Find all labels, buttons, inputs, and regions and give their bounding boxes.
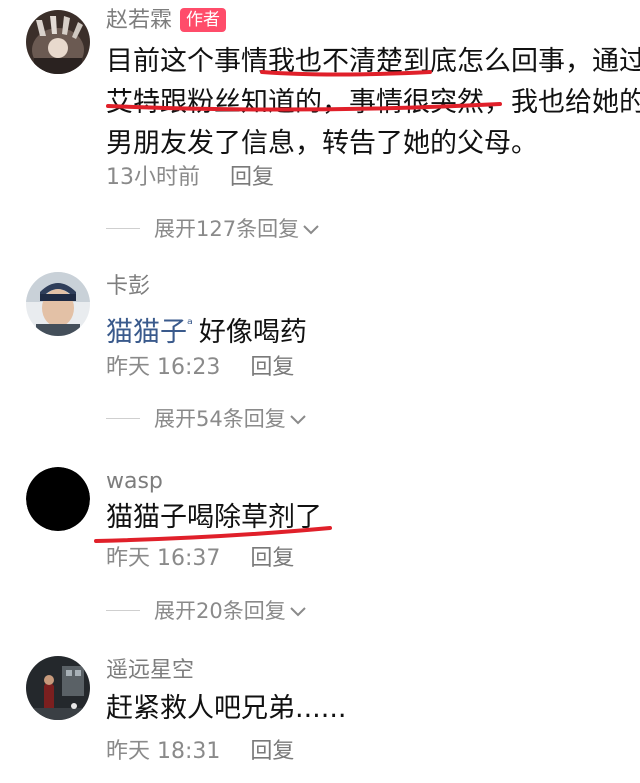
comment-meta: 昨天 16:37 回复 xyxy=(106,546,294,572)
comment-text: 猫猫子喝除草剂了 xyxy=(106,502,322,533)
divider xyxy=(106,418,140,419)
expand-replies-label: 展开127条回复 xyxy=(154,217,300,241)
comment-text-line: 目前这个事情我也不清楚到底怎么回事，通过 xyxy=(106,46,640,77)
reply-button[interactable]: 回复 xyxy=(250,739,294,764)
comment-text: 赶紧救人吧兄弟...... xyxy=(106,693,347,724)
avatar[interactable] xyxy=(26,467,90,531)
expand-replies-button[interactable]: 展开54条回复 xyxy=(106,405,306,432)
comment-username[interactable]: 卡彭 xyxy=(106,274,150,300)
avatar[interactable] xyxy=(26,272,90,336)
reply-button[interactable]: 回复 xyxy=(250,355,294,380)
comment-meta: 昨天 18:31 回复 xyxy=(106,739,294,765)
expand-replies-button[interactable]: 展开127条回复 xyxy=(106,215,319,242)
person-icon: ᵃ xyxy=(187,315,193,333)
comment-meta: 昨天 16:23 回复 xyxy=(106,355,294,381)
divider xyxy=(106,228,140,229)
comment-text: 猫猫子ᵃ 好像喝药 xyxy=(106,304,307,353)
divider xyxy=(106,610,140,611)
comment-time: 昨天 18:31 xyxy=(106,739,221,764)
mention-link[interactable]: 猫猫子 xyxy=(106,317,187,348)
expand-replies-label: 展开20条回复 xyxy=(154,599,286,623)
chevron-down-icon xyxy=(303,215,319,241)
reply-button[interactable]: 回复 xyxy=(230,165,274,190)
comment-meta: 13小时前 回复 xyxy=(106,165,274,191)
avatar[interactable] xyxy=(26,656,90,720)
comment-text-line: 艾特跟粉丝知道的，事情很突然，我也给她的 xyxy=(106,87,640,118)
chevron-down-icon xyxy=(290,597,306,623)
comment-text: 目前这个事情我也不清楚到底怎么回事，通过 艾特跟粉丝知道的，事情很突然，我也给她… xyxy=(106,41,640,164)
comment-time: 13小时前 xyxy=(106,165,200,190)
avatar[interactable] xyxy=(26,10,90,74)
comment-username[interactable]: 赵若霖 作者 xyxy=(106,8,227,34)
expand-replies-label: 展开54条回复 xyxy=(154,407,286,431)
author-badge: 作者 xyxy=(180,8,227,32)
reply-button[interactable]: 回复 xyxy=(250,546,294,571)
chevron-down-icon xyxy=(290,405,306,431)
comment-time: 昨天 16:37 xyxy=(106,546,221,571)
comment-time: 昨天 16:23 xyxy=(106,355,221,380)
comment-username[interactable]: 遥远星空 xyxy=(106,658,194,684)
comment-text-line: 男朋友发了信息，转告了她的父母。 xyxy=(106,128,538,159)
comment-text-body: 好像喝药 xyxy=(198,317,307,348)
expand-replies-button[interactable]: 展开20条回复 xyxy=(106,597,306,624)
comment-username[interactable]: wasp xyxy=(106,469,163,495)
